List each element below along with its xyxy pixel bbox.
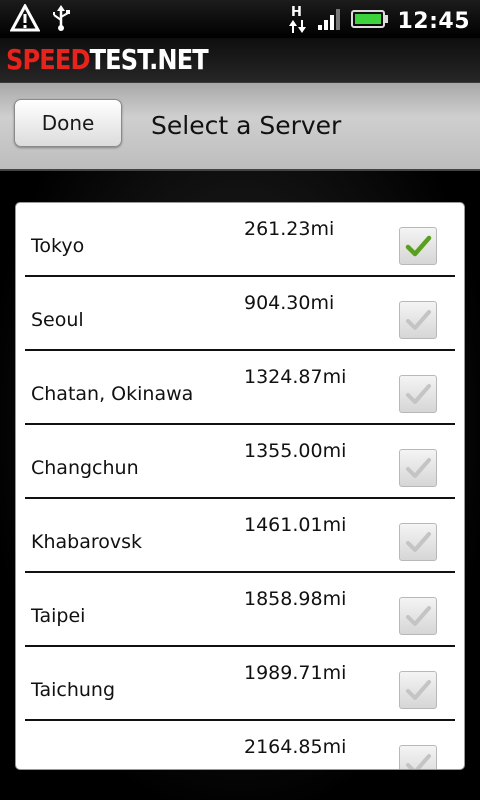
check-grey-icon [406, 680, 431, 700]
server-row-khabarovsk[interactable]: Khabarovsk 1461.01mi [25, 499, 455, 573]
signal-icon [317, 7, 343, 35]
server-list[interactable]: Tokyo 261.23mi Seoul 904.30mi Chatan, Ok… [15, 202, 465, 770]
server-row-seoul[interactable]: Seoul 904.30mi [25, 277, 455, 351]
check-grey-icon [406, 532, 431, 552]
check-grey-icon [406, 754, 431, 769]
server-distance: 1355.00mi [244, 440, 347, 462]
server-checkbox[interactable] [399, 375, 437, 413]
status-bar: H 12:45 [0, 0, 480, 38]
server-row-chatan[interactable]: Chatan, Okinawa 1324.87mi [25, 351, 455, 425]
check-grey-icon [406, 310, 431, 330]
server-row-taichung[interactable]: Taichung 1989.71mi [25, 647, 455, 721]
server-name: Tokyo [31, 235, 85, 257]
server-distance: 1324.87mi [244, 366, 347, 388]
brand-bar: SPEEDTEST.NET [0, 38, 480, 83]
server-checkbox[interactable] [399, 745, 437, 769]
server-name: Taipei [31, 605, 86, 627]
server-distance: 1858.98mi [244, 588, 347, 610]
server-distance: 904.30mi [244, 292, 335, 314]
check-green-icon [405, 235, 432, 257]
server-name: Seoul [31, 309, 84, 331]
server-distance: 1461.01mi [244, 514, 347, 536]
server-row-taipei[interactable]: Taipei 1858.98mi [25, 573, 455, 647]
warning-icon [9, 2, 41, 36]
server-row-changchun[interactable]: Changchun 1355.00mi [25, 425, 455, 499]
server-checkbox[interactable] [399, 597, 437, 635]
battery-icon [351, 8, 389, 34]
check-grey-icon [406, 606, 431, 626]
server-checkbox-checked[interactable] [399, 227, 437, 265]
server-row-tokyo[interactable]: Tokyo 261.23mi [25, 203, 455, 277]
server-name: Changchun [31, 457, 139, 479]
speedtest-logo: SPEEDTEST.NET [6, 43, 209, 76]
server-checkbox[interactable] [399, 301, 437, 339]
server-name: Khabarovsk [31, 531, 143, 553]
server-name: Taichung [31, 679, 116, 701]
server-distance: 2164.85mi [244, 736, 347, 758]
server-name: Chatan, Okinawa [31, 383, 194, 405]
done-button[interactable]: Done [14, 99, 122, 147]
server-distance: 1989.71mi [244, 662, 347, 684]
server-row-partial[interactable]: 2164.85mi [25, 721, 455, 769]
server-checkbox[interactable] [399, 523, 437, 561]
server-checkbox[interactable] [399, 449, 437, 487]
status-time: 12:45 [397, 8, 470, 34]
network-type-label: H [291, 5, 302, 20]
usb-icon [50, 4, 72, 36]
hspa-data-icon: H [287, 3, 309, 39]
server-checkbox[interactable] [399, 671, 437, 709]
page-title: Select a Server [151, 111, 342, 140]
logo-test: TEST.NET [89, 43, 209, 76]
check-grey-icon [406, 384, 431, 404]
check-grey-icon [406, 458, 431, 478]
title-bar: Done Select a Server [0, 83, 480, 171]
server-distance: 261.23mi [244, 218, 335, 240]
logo-speed: SPEED [6, 43, 90, 76]
